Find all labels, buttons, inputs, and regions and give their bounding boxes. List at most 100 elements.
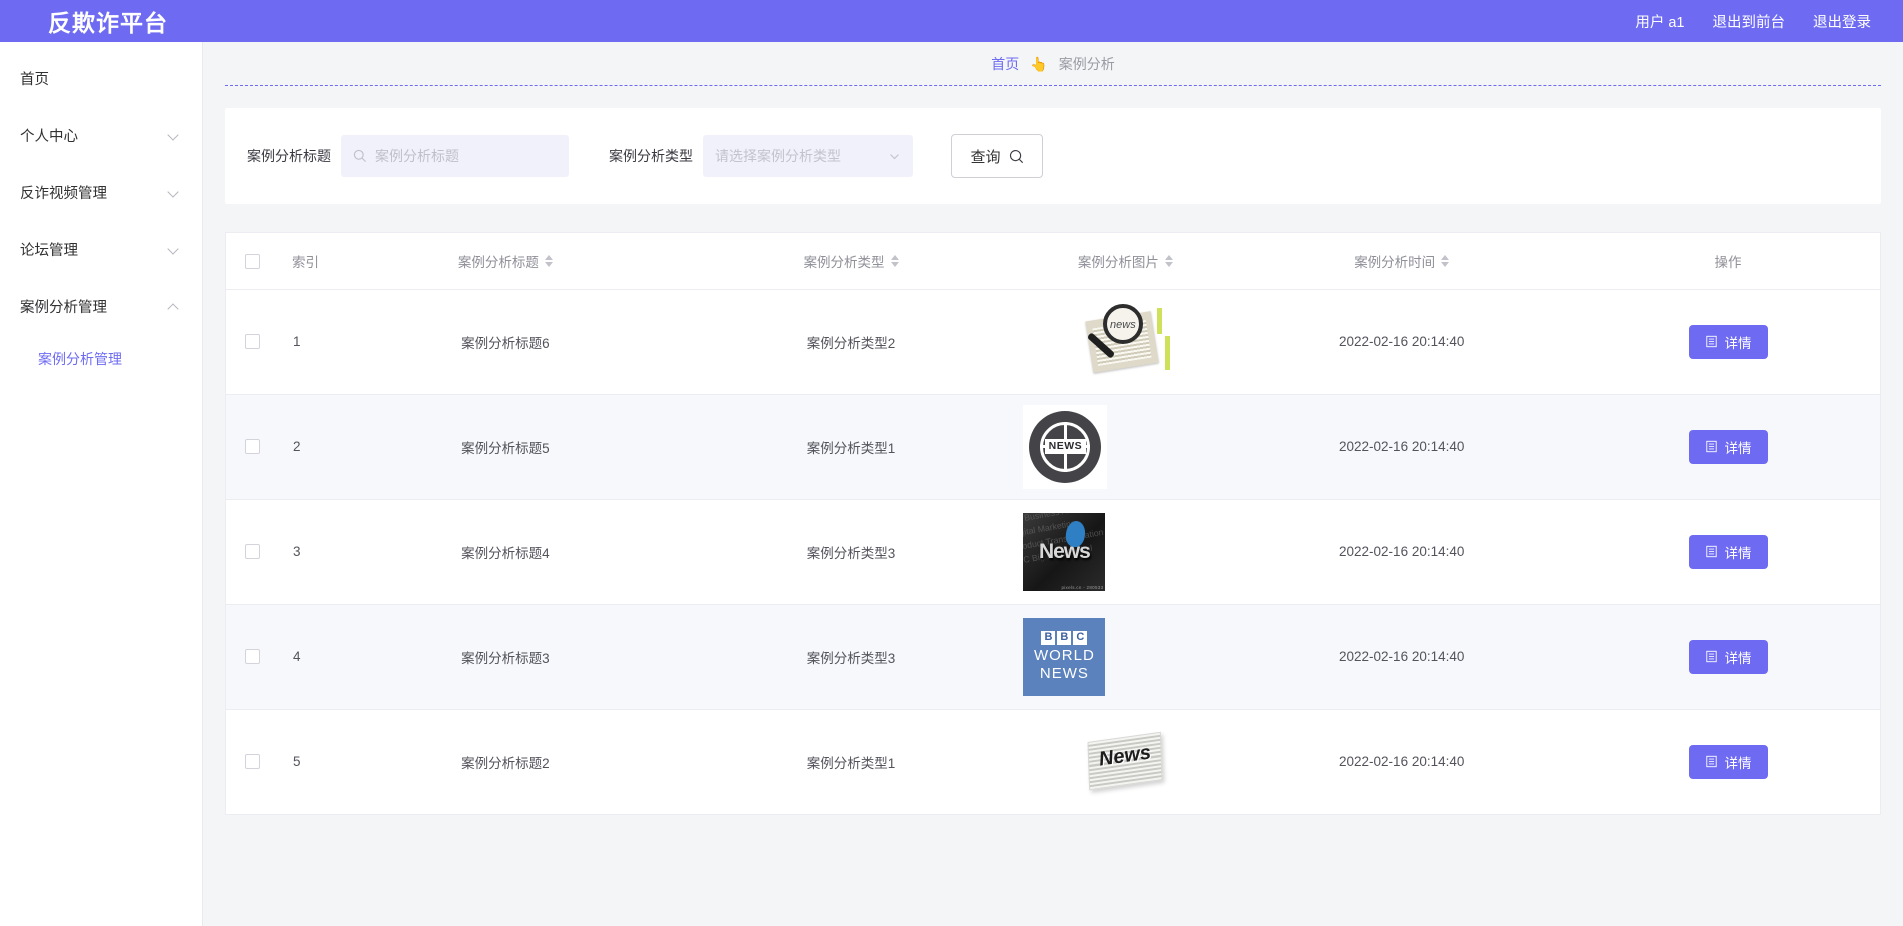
- row-image-cell: BBC WORLD NEWS: [1023, 604, 1228, 710]
- sort-icon[interactable]: [544, 254, 553, 267]
- app-brand-title: 反欺诈平台: [48, 10, 168, 36]
- search-icon: [1009, 149, 1023, 163]
- page-root: 反欺诈平台 用户 a1 退出到前台 退出登录 首页 个人中心 反诈视频管理 论坛…: [0, 0, 1903, 926]
- detail-button-label: 详情: [1724, 545, 1752, 561]
- row-index: 4: [279, 604, 333, 710]
- sidebar-subitem-case-analysis-management[interactable]: 案例分析管理: [0, 335, 202, 383]
- breadcrumb-current: 案例分析: [1058, 56, 1115, 72]
- sort-icon[interactable]: [1441, 254, 1450, 267]
- detail-button-label: 详情: [1724, 335, 1752, 351]
- chevron-down-icon: [169, 187, 180, 198]
- thumbnail-text: NEWS: [1044, 439, 1087, 454]
- sort-icon[interactable]: [1164, 254, 1173, 267]
- case-title-label: 案例分析标题: [247, 148, 331, 164]
- logout-link[interactable]: 退出登录: [1813, 11, 1871, 32]
- row-time: 2022-02-16 20:14:40: [1227, 394, 1577, 500]
- case-analysis-table: 索引 案例分析标题 案例分析类型 案例分析图片 案例分析时间 操作 1 案例分析…: [225, 232, 1881, 815]
- row-checkbox[interactable]: [245, 544, 260, 560]
- row-checkbox[interactable]: [245, 754, 260, 770]
- sidebar-item-personal-center[interactable]: 个人中心: [0, 107, 202, 164]
- sidebar-item-label: 反诈视频管理: [20, 186, 107, 202]
- column-label: 案例分析类型: [803, 254, 885, 270]
- query-button-label: 查询: [970, 148, 1001, 166]
- row-title: 案例分析标题5: [332, 394, 679, 500]
- column-header-image[interactable]: 案例分析图片: [1023, 233, 1228, 290]
- sidebar-item-antifraud-video[interactable]: 反诈视频管理: [0, 164, 202, 221]
- select-all-header: [226, 233, 280, 290]
- magnifier-newspaper-thumbnail[interactable]: news: [1072, 301, 1178, 382]
- row-index: 1: [279, 289, 333, 395]
- thumbnail-text: news: [1110, 318, 1136, 331]
- row-select-cell: [226, 604, 280, 710]
- row-index: 5: [279, 709, 333, 815]
- document-icon: [1705, 440, 1717, 453]
- case-title-input[interactable]: 案例分析标题: [341, 135, 569, 177]
- detail-button[interactable]: 详情: [1688, 744, 1768, 779]
- select-all-checkbox[interactable]: [245, 253, 260, 269]
- search-icon: [353, 149, 367, 163]
- column-header-title[interactable]: 案例分析标题: [332, 233, 679, 290]
- chevron-down-icon: [890, 153, 899, 159]
- sort-icon[interactable]: [890, 254, 899, 267]
- row-select-cell: [226, 499, 280, 605]
- row-action-cell: 详情: [1576, 709, 1880, 815]
- row-checkbox[interactable]: [245, 649, 260, 665]
- column-header-action: 操作: [1576, 233, 1880, 290]
- exit-to-frontend-link[interactable]: 退出到前台: [1713, 11, 1786, 32]
- case-title-input-placeholder: 案例分析标题: [375, 148, 459, 164]
- detail-button[interactable]: 详情: [1688, 639, 1768, 674]
- row-type: 案例分析类型1: [678, 709, 1024, 815]
- sidebar-item-forum[interactable]: 论坛管理: [0, 221, 202, 278]
- row-title: 案例分析标题3: [332, 604, 679, 710]
- detail-button[interactable]: 详情: [1688, 534, 1768, 569]
- row-checkbox[interactable]: [245, 439, 260, 455]
- row-select-cell: [226, 289, 280, 395]
- chevron-down-icon: [169, 244, 180, 255]
- column-header-time[interactable]: 案例分析时间: [1227, 233, 1577, 290]
- row-type: 案例分析类型2: [678, 289, 1024, 395]
- bbc-logo: BBC: [1041, 630, 1088, 645]
- row-index: 2: [279, 394, 333, 500]
- dark-news-typography-thumbnail[interactable]: o B Business Analytics Digital Marketing…: [1023, 512, 1106, 591]
- row-checkbox[interactable]: [245, 334, 260, 350]
- column-header-type[interactable]: 案例分析类型: [678, 233, 1024, 290]
- document-icon: [1705, 545, 1717, 558]
- case-type-select-placeholder: 请选择案例分析类型: [715, 148, 841, 164]
- table-row: 4 案例分析标题3 案例分析类型3 BBC WORLD NEWS 2022-02…: [226, 604, 1880, 710]
- row-index: 3: [279, 499, 333, 605]
- folded-newspaper-thumbnail[interactable]: News: [1082, 729, 1168, 795]
- document-icon: [1705, 335, 1717, 348]
- row-image-cell: o B Business Analytics Digital Marketing…: [1023, 499, 1228, 605]
- breadcrumb-home-link[interactable]: 首页: [991, 54, 1019, 74]
- row-title: 案例分析标题6: [332, 289, 679, 395]
- detail-button[interactable]: 详情: [1688, 429, 1768, 464]
- dashed-divider: [225, 85, 1881, 86]
- detail-button[interactable]: 详情: [1688, 324, 1768, 359]
- sidebar-item-home[interactable]: 首页: [0, 50, 202, 107]
- case-type-select[interactable]: 请选择案例分析类型: [703, 135, 913, 177]
- globe-news-badge-thumbnail[interactable]: NEWS: [1023, 404, 1108, 489]
- query-button[interactable]: 查询: [951, 134, 1043, 178]
- top-header: 反欺诈平台 用户 a1 退出到前台 退出登录: [0, 0, 1903, 42]
- sidebar-item-label: 案例分析管理: [20, 300, 107, 316]
- row-image-cell: news: [1023, 289, 1228, 395]
- column-label: 索引: [292, 254, 320, 270]
- chevron-down-icon: [169, 130, 180, 141]
- pointing-hand-icon: 👆: [1030, 56, 1048, 72]
- sidebar-item-case-analysis[interactable]: 案例分析管理: [0, 278, 202, 335]
- sidebar-item-label: 论坛管理: [20, 243, 78, 259]
- sidebar-nav: 首页 个人中心 反诈视频管理 论坛管理 案例分析管理 案例分析管理: [0, 42, 203, 926]
- row-action-cell: 详情: [1576, 289, 1880, 395]
- column-label: 案例分析标题: [457, 254, 539, 270]
- thumbnail-line-2: NEWS: [1039, 665, 1089, 683]
- column-header-index: 索引: [279, 233, 333, 290]
- table-row: 3 案例分析标题4 案例分析类型3 o B Business Analytics…: [226, 499, 1880, 605]
- table-row: 2 案例分析标题5 案例分析类型1 NEWS 2022-02-16 20:14:…: [226, 394, 1880, 500]
- detail-button-label: 详情: [1724, 650, 1752, 666]
- detail-button-label: 详情: [1724, 755, 1752, 771]
- current-user-label: 用户 a1: [1635, 14, 1685, 31]
- column-label: 操作: [1714, 254, 1742, 270]
- filter-panel: 案例分析标题 案例分析标题 案例分析类型 请选择案例分析类型 查询: [225, 108, 1881, 204]
- thumbnail-credit: pixels.cn - 280533: [1061, 584, 1104, 590]
- bbc-world-news-thumbnail[interactable]: BBC WORLD NEWS: [1023, 617, 1106, 696]
